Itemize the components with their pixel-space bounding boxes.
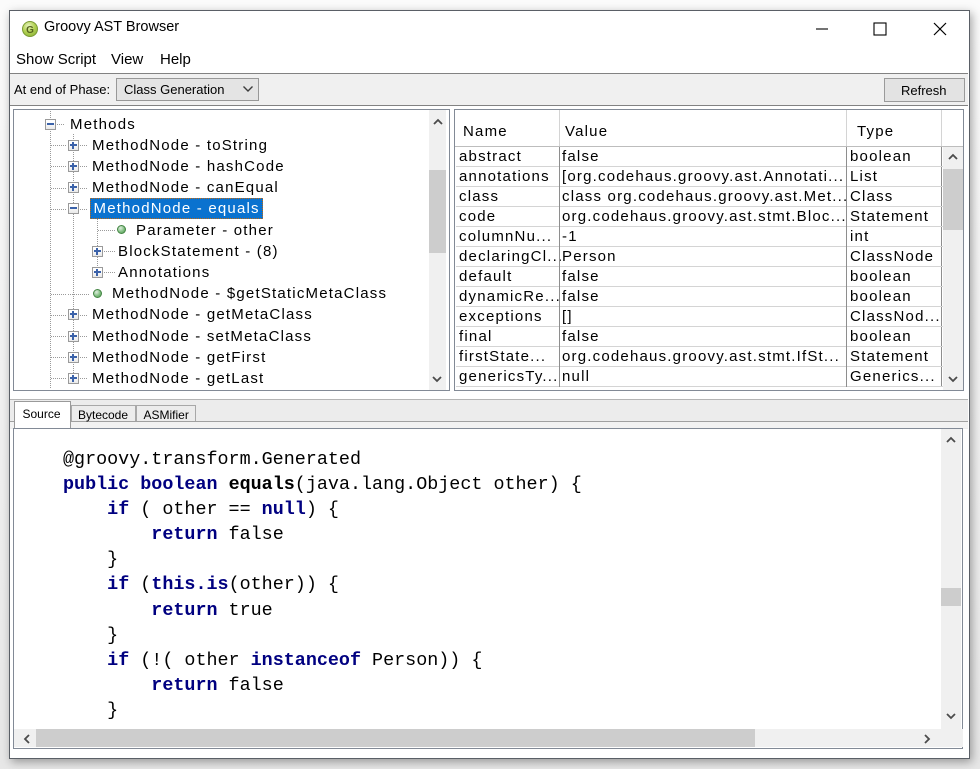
svg-text:G: G [26,25,34,36]
